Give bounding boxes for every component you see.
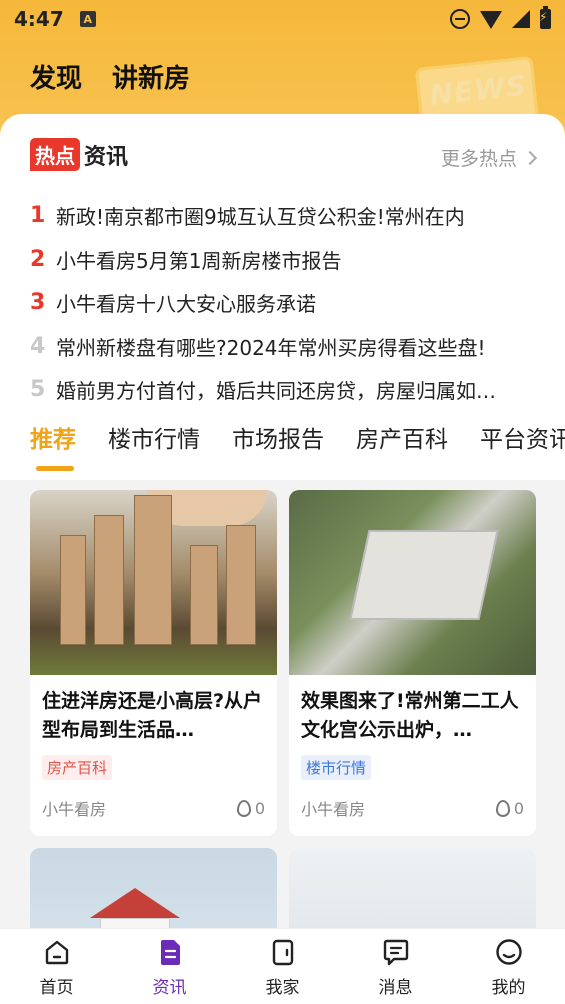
top-nav-tabs: 发现 讲新房 [30, 58, 190, 95]
tab-market-trends[interactable]: 楼市行情 [108, 420, 200, 454]
article-feed: 住进洋房还是小高层?从户型布局到生活品… 房产百科 小牛看房 0 效果图来了!常… [0, 480, 565, 938]
hot-news-item[interactable]: 1 新政!南京都市圈9城互认互贷公积金!常州在内 [30, 194, 540, 238]
tab-recommended[interactable]: 推荐 [30, 420, 76, 454]
hot-rank: 4 [30, 333, 46, 359]
nav-news[interactable]: 资讯 [113, 929, 226, 1004]
hot-rank: 3 [30, 290, 46, 316]
wifi-icon [480, 11, 502, 29]
article-title: 效果图来了!常州第二工人文化宫公示出炉，… [301, 690, 519, 741]
article-card[interactable] [30, 848, 277, 938]
fire-icon [495, 799, 510, 817]
likes: 0 [495, 798, 524, 818]
nav-label: 消息 [378, 978, 413, 998]
tab-market-report[interactable]: 市场报告 [232, 420, 324, 454]
profile-icon [494, 937, 524, 967]
nav-messages[interactable]: 消息 [339, 929, 452, 1004]
likes: 0 [236, 798, 265, 818]
status-icons [450, 6, 551, 29]
news-icon [155, 937, 185, 967]
category-tabs: 推荐 楼市行情 市场报告 房产百科 平台资讯 [30, 420, 565, 454]
more-hot-label: 更多热点 [440, 148, 517, 170]
hot-news-text: 常州新楼盘有哪些?2024年常州买房得看这些盘! [56, 335, 486, 360]
hot-news-header: 热点 资讯 [30, 138, 128, 171]
nav-home[interactable]: 首页 [0, 929, 113, 1004]
hot-news-item[interactable]: 5 婚前男方付首付，婚后共同还房贷，房屋归属如… [30, 368, 540, 412]
likes-count: 0 [254, 798, 265, 818]
hot-news-text: 婚前男方付首付，婚后共同还房贷，房屋归属如… [56, 379, 496, 404]
hot-news-text: 小牛看房5月第1周新房楼市报告 [56, 248, 342, 273]
article-card[interactable]: 住进洋房还是小高层?从户型布局到生活品… 房产百科 小牛看房 0 [30, 490, 277, 836]
home-icon [42, 937, 72, 967]
more-hot-link[interactable]: 更多热点 [440, 144, 538, 171]
hot-rank: 2 [30, 246, 46, 272]
active-tab-indicator [36, 466, 74, 471]
signal-icon [512, 10, 530, 28]
article-image [289, 848, 536, 938]
tab-discover[interactable]: 发现 [30, 58, 82, 95]
bottom-nav: 首页 资讯 我家 消息 我的 [0, 928, 565, 1004]
hot-rank: 1 [30, 203, 46, 229]
article-card[interactable]: 效果图来了!常州第二工人文化宫公示出炉，… 楼市行情 小牛看房 0 [289, 490, 536, 836]
article-image [289, 490, 536, 675]
article-author: 小牛看房 [42, 800, 107, 819]
nav-label: 资讯 [152, 978, 187, 998]
message-icon [381, 937, 411, 967]
category-tabs-bar: 推荐 楼市行情 市场报告 房产百科 平台资讯 [0, 410, 565, 480]
my-home-icon [268, 937, 298, 967]
tab-platform-news[interactable]: 平台资讯 [480, 420, 565, 454]
hot-badge: 热点 [30, 138, 80, 171]
status-time: 4:47 [14, 7, 64, 31]
nav-label: 我家 [265, 978, 300, 998]
tab-property-wiki[interactable]: 房产百科 [356, 420, 448, 454]
nav-my-home[interactable]: 我家 [226, 929, 339, 1004]
hot-rank: 5 [30, 377, 46, 403]
hot-news-item[interactable]: 4 常州新楼盘有哪些?2024年常州买房得看这些盘! [30, 325, 540, 369]
hot-news-list: 1 新政!南京都市圈9城互认互贷公积金!常州在内 2 小牛看房5月第1周新房楼市… [30, 194, 540, 412]
fire-icon [236, 799, 251, 817]
nav-label: 首页 [39, 978, 74, 998]
article-image [30, 848, 277, 938]
do-not-disturb-icon [450, 9, 470, 29]
nav-profile[interactable]: 我的 [452, 929, 565, 1004]
notification-icon: A [79, 11, 96, 27]
status-bar: 4:47 A [0, 0, 565, 38]
chevron-right-icon [522, 150, 538, 165]
hot-news-text: 小牛看房十八大安心服务承诺 [56, 292, 316, 317]
hot-news-text: 新政!南京都市圈9城互认互贷公积金!常州在内 [56, 205, 465, 230]
likes-count: 0 [513, 798, 524, 818]
battery-charging-icon [539, 6, 551, 29]
article-author: 小牛看房 [301, 800, 366, 819]
hot-news-item[interactable]: 2 小牛看房5月第1周新房楼市报告 [30, 238, 540, 282]
article-tag: 楼市行情 [301, 755, 372, 780]
article-image [30, 490, 277, 675]
article-title: 住进洋房还是小高层?从户型布局到生活品… [42, 690, 263, 741]
article-card[interactable] [289, 848, 536, 938]
nav-label: 我的 [491, 978, 526, 998]
hot-news-item[interactable]: 3 小牛看房十八大安心服务承诺 [30, 281, 540, 325]
news-deco-text: NEWS [428, 68, 529, 112]
hot-news-title: 资讯 [84, 144, 129, 170]
article-tag: 房产百科 [42, 755, 113, 780]
tab-new-homes[interactable]: 讲新房 [112, 58, 190, 95]
